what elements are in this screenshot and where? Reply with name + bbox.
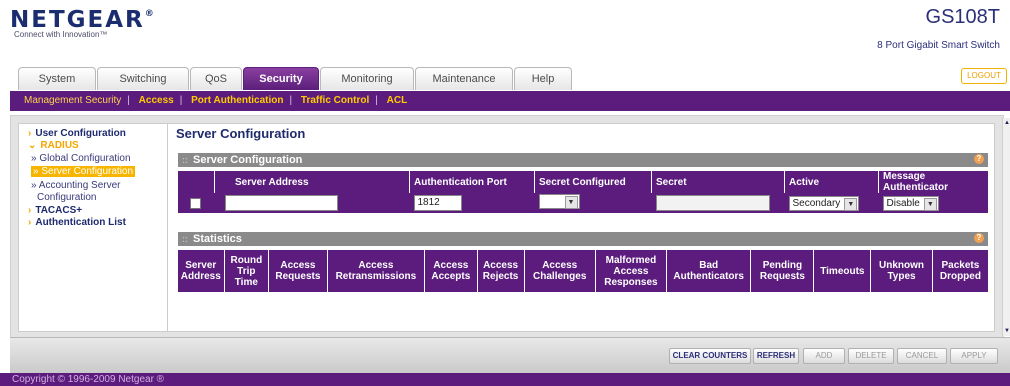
stats-column-header: Round Trip Time: [224, 250, 270, 292]
delete-button[interactable]: DELETE: [848, 348, 894, 364]
subnav-management-security[interactable]: Management Security: [24, 95, 121, 106]
help-icon[interactable]: ?: [974, 233, 984, 243]
device-description: 8 Port Gigabit Smart Switch: [877, 40, 1000, 51]
column-header: Server Address: [214, 171, 410, 193]
tab-help[interactable]: Help: [514, 67, 572, 90]
scroll-up-icon[interactable]: ▲: [1003, 120, 1010, 126]
message-authenticator-select[interactable]: Disable ▼: [882, 195, 939, 211]
main-tabs: System Switching QoS Security Monitoring…: [10, 67, 1010, 90]
sidebar-item-radius[interactable]: ⌄ RADIUS: [28, 140, 79, 151]
grip-icon: ::: [182, 234, 188, 244]
page-title: Server Configuration: [176, 126, 306, 141]
column-header: Message Authenticator: [878, 171, 988, 193]
sidebar-item-global-configuration[interactable]: » Global Configuration: [31, 153, 131, 164]
stats-column-header: Packets Dropped: [932, 250, 988, 292]
stats-column-header: Malformed Access Responses: [595, 250, 668, 292]
tab-maintenance[interactable]: Maintenance: [415, 67, 513, 90]
active-select[interactable]: Secondary ▼: [788, 195, 860, 211]
sidebar-item-accounting-server[interactable]: » Accounting Server: [31, 180, 121, 191]
subnav-acl[interactable]: ACL: [387, 95, 408, 106]
stats-column-header: Unknown Types: [870, 250, 933, 292]
tab-security[interactable]: Security: [243, 67, 319, 90]
stats-column-header: Access Accepts: [424, 250, 478, 292]
subnav-port-authentication[interactable]: Port Authentication: [191, 95, 283, 106]
subnav-access[interactable]: Access: [139, 95, 174, 106]
tab-system[interactable]: System: [18, 67, 96, 90]
cancel-button[interactable]: CANCEL: [897, 348, 947, 364]
sidebar-item-server-configuration[interactable]: » Server Configuration: [31, 166, 136, 177]
server-address-input[interactable]: [224, 195, 338, 211]
scroll-down-icon[interactable]: ▼: [1003, 328, 1010, 334]
chevron-down-icon: ▼: [923, 197, 937, 211]
table-row: 1812 ▼ Secondary ▼ Disable ▼: [178, 193, 988, 213]
stats-column-header: Access Challenges: [524, 250, 596, 292]
stats-column-header: Access Rejects: [477, 250, 525, 292]
chevron-down-icon: ⌄: [28, 140, 37, 151]
column-header: Authentication Port: [409, 171, 535, 193]
stats-column-header: Timeouts: [813, 250, 872, 292]
sidebar-item-authentication-list[interactable]: › Authentication List: [28, 217, 126, 228]
sidebar: › User Configuration ⌄ RADIUS » Global Con…: [18, 123, 168, 332]
server-config-table: Server Address Authentication Port Secre…: [178, 171, 988, 213]
column-header: Secret: [651, 171, 785, 193]
column-header: Secret Configured: [534, 171, 652, 193]
apply-button[interactable]: APPLY: [950, 348, 998, 364]
statistics-section-header: :: Statistics?: [178, 232, 988, 246]
copyright: Copyright © 1996-2009 Netgear ®: [0, 373, 1010, 386]
sidebar-item-tacacs[interactable]: › TACACS+: [28, 205, 82, 216]
chevron-down-icon: ▼: [844, 197, 858, 211]
scrollbar[interactable]: ▲ ▼: [1002, 118, 1010, 336]
add-button[interactable]: ADD: [803, 348, 845, 364]
grip-icon: ::: [182, 155, 188, 165]
stats-column-header: Bad Authenticators: [666, 250, 752, 292]
sub-navigation: Management Security | Access | Port Authen…: [10, 91, 1010, 111]
secret-configured-select[interactable]: ▼: [538, 194, 580, 209]
help-icon[interactable]: ?: [974, 154, 984, 164]
chevron-right-icon: ›: [28, 205, 32, 216]
refresh-button[interactable]: REFRESH: [753, 348, 799, 364]
statistics-table: Server Address Round Trip Time Access Requests…: [178, 250, 988, 292]
stats-column-header: Server Address: [178, 250, 225, 292]
tab-switching[interactable]: Switching: [97, 67, 189, 90]
chevron-right-icon: ›: [28, 128, 32, 139]
subnav-traffic-control[interactable]: Traffic Control: [301, 95, 369, 106]
tab-monitoring[interactable]: Monitoring: [320, 67, 414, 90]
stats-column-header: Pending Requests: [750, 250, 815, 292]
auth-port-input[interactable]: 1812: [413, 195, 462, 211]
tab-qos[interactable]: QoS: [190, 67, 242, 90]
device-model: GS108T: [925, 6, 1000, 28]
sidebar-item-accounting-server-cont[interactable]: Configuration: [37, 192, 96, 203]
tagline: Connect with Innovation™: [14, 30, 108, 39]
stats-column-header: Access Requests: [268, 250, 328, 292]
secret-input[interactable]: [655, 195, 770, 211]
chevron-right-icon: ›: [28, 217, 32, 228]
sidebar-item-user-configuration[interactable]: › User Configuration: [28, 128, 126, 139]
server-config-section-header: :: Server Configuration?: [178, 153, 988, 167]
stats-column-header: Access Retransmissions: [327, 250, 426, 292]
chevron-down-icon: ▼: [564, 196, 578, 209]
clear-counters-button[interactable]: CLEAR COUNTERS: [669, 348, 751, 364]
row-select-checkbox[interactable]: [190, 197, 201, 209]
column-header: Active: [784, 171, 879, 193]
